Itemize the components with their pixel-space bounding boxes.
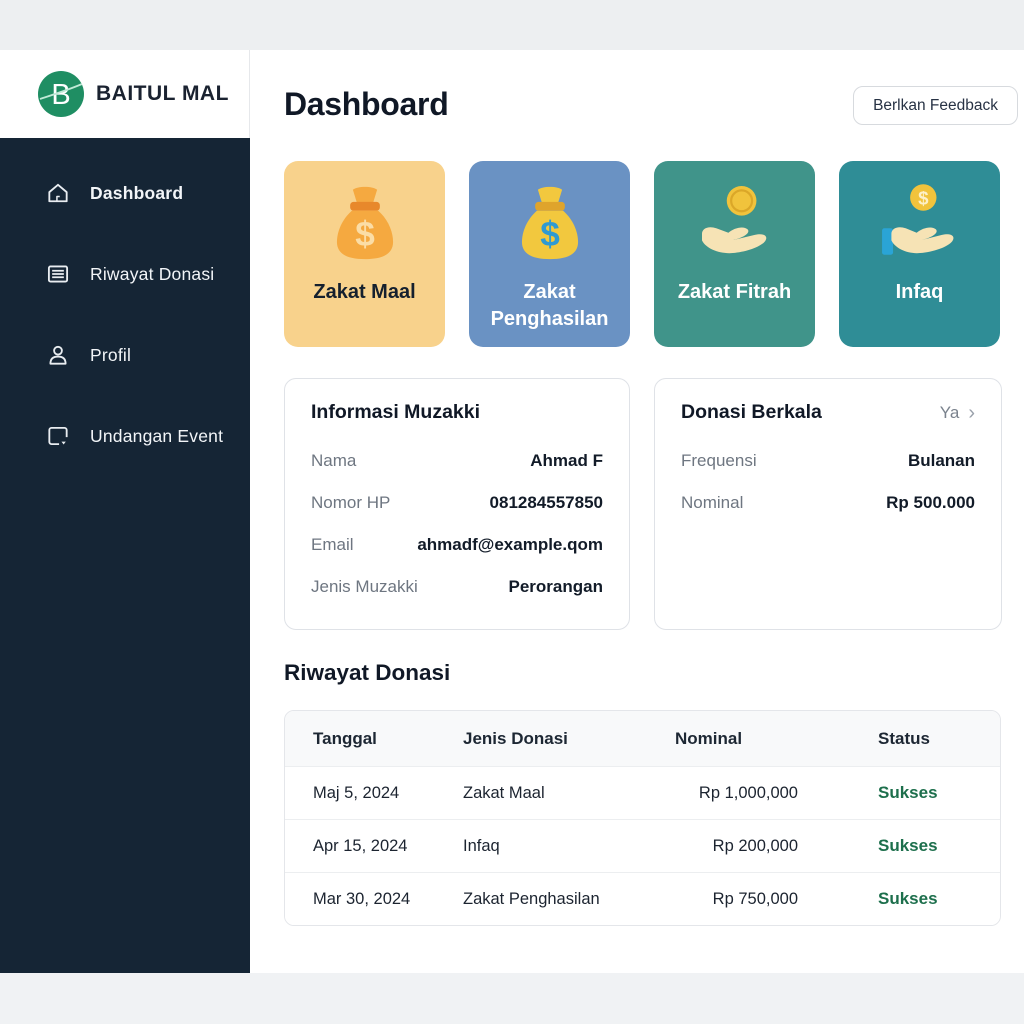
- sidebar-item-profil[interactable]: Profil: [0, 340, 250, 370]
- history-section-title: Riwayat Donasi: [284, 660, 450, 686]
- sidebar-item-label: Dashboard: [90, 183, 183, 204]
- kv-value: Ahmad F: [530, 451, 603, 471]
- event-icon: [45, 423, 71, 449]
- hand-coin-icon: [691, 161, 779, 279]
- berkala-toggle-value: Ya: [940, 403, 960, 423]
- table-row: Maj 5, 2024 Zakat Maal Rp 1,000,000 Suks…: [285, 766, 1000, 819]
- column-header-status: Status: [810, 729, 1000, 749]
- sidebar-item-label: Undangan Event: [90, 426, 223, 447]
- kv-label: Nomor HP: [311, 493, 390, 513]
- money-bag-icon: $: [506, 161, 594, 279]
- cell-status: Sukses: [810, 836, 1000, 856]
- main-content: Dashboard Berlkan Feedback $ Zakat Maal: [250, 50, 1024, 973]
- category-cards-row: $ Zakat Maal $ Zakat Penghasilan: [284, 161, 1000, 347]
- kv-label: Frequensi: [681, 451, 757, 471]
- cell-nominal: Rp 200,000: [675, 837, 810, 856]
- cell-status: Sukses: [810, 889, 1000, 909]
- cell-tanggal: Apr 15, 2024: [285, 837, 463, 856]
- sidebar-item-undangan-event[interactable]: Undangan Event: [0, 421, 250, 451]
- sidebar-item-dashboard[interactable]: Dashboard: [0, 178, 250, 208]
- column-header-tanggal: Tanggal: [285, 729, 463, 749]
- top-strip: [0, 0, 1024, 50]
- berkala-info-card: Donasi Berkala Ya › Frequensi Bulanan No…: [654, 378, 1002, 630]
- sidebar: Dashboard Riwayat Donasi Profil Undangan…: [0, 138, 250, 973]
- kv-value: Perorangan: [509, 577, 603, 597]
- brand-logo-icon: B: [38, 71, 84, 117]
- sidebar-item-riwayat-donasi[interactable]: Riwayat Donasi: [0, 259, 250, 289]
- card-label: Zakat Penghasilan: [469, 279, 630, 333]
- cell-tanggal: Maj 5, 2024: [285, 784, 463, 803]
- cell-jenis: Zakat Maal: [463, 784, 675, 803]
- list-icon: [45, 261, 71, 287]
- sidebar-item-label: Profil: [90, 345, 131, 366]
- svg-text:$: $: [540, 215, 560, 254]
- sidebar-item-label: Riwayat Donasi: [90, 264, 214, 285]
- cell-nominal: Rp 750,000: [675, 890, 810, 909]
- history-table: Tanggal Jenis Donasi Nominal Status Maj …: [284, 710, 1001, 926]
- berkala-toggle-link[interactable]: Ya ›: [940, 403, 975, 423]
- column-header-nominal: Nominal: [675, 729, 810, 749]
- muzakki-row-jenis: Jenis Muzakki Perorangan: [311, 577, 603, 597]
- berkala-row-nominal: Nominal Rp 500.000: [681, 493, 975, 513]
- brand-name: BAITUL MAL: [96, 82, 229, 106]
- cell-jenis: Zakat Penghasilan: [463, 890, 675, 909]
- kv-label: Nominal: [681, 493, 743, 513]
- home-icon: [45, 180, 71, 206]
- card-label: Infaq: [888, 279, 952, 306]
- kv-value: 081284557850: [490, 493, 603, 513]
- muzakki-row-nomor-hp: Nomor HP 081284557850: [311, 493, 603, 513]
- table-row: Mar 30, 2024 Zakat Penghasilan Rp 750,00…: [285, 872, 1000, 925]
- svg-text:$: $: [355, 215, 375, 254]
- feedback-button[interactable]: Berlkan Feedback: [853, 86, 1018, 125]
- kv-value: ahmadf@example.qom: [417, 535, 603, 555]
- muzakki-info-card: Informasi Muzakki Nama Ahmad F Nomor HP …: [284, 378, 630, 630]
- money-bag-icon: $: [321, 161, 409, 279]
- hand-coin-icon: $: [876, 161, 964, 279]
- muzakki-row-nama: Nama Ahmad F: [311, 451, 603, 471]
- cell-status: Sukses: [810, 783, 1000, 803]
- table-row: Apr 15, 2024 Infaq Rp 200,000 Sukses: [285, 819, 1000, 872]
- chevron-right-icon: ›: [968, 403, 975, 423]
- card-label: Zakat Maal: [305, 279, 423, 306]
- cell-tanggal: Mar 30, 2024: [285, 890, 463, 909]
- cell-nominal: Rp 1,000,000: [675, 784, 810, 803]
- berkala-card-title: Donasi Berkala: [681, 401, 822, 424]
- brand-header: B BAITUL MAL: [0, 50, 250, 138]
- cell-jenis: Infaq: [463, 837, 675, 856]
- card-zakat-maal[interactable]: $ Zakat Maal: [284, 161, 445, 347]
- app-window: B BAITUL MAL Dashboard Riwayat Donasi: [0, 0, 1024, 1024]
- kv-label: Jenis Muzakki: [311, 577, 418, 597]
- berkala-row-frequensi: Frequensi Bulanan: [681, 451, 975, 471]
- card-label: Zakat Fitrah: [670, 279, 799, 306]
- kv-value: Bulanan: [908, 451, 975, 471]
- kv-value: Rp 500.000: [886, 493, 975, 513]
- card-zakat-fitrah[interactable]: Zakat Fitrah: [654, 161, 815, 347]
- svg-text:$: $: [918, 188, 929, 209]
- page-title: Dashboard: [284, 86, 448, 123]
- user-icon: [45, 342, 71, 368]
- muzakki-row-email: Email ahmadf@example.qom: [311, 535, 603, 555]
- kv-label: Nama: [311, 451, 356, 471]
- card-zakat-penghasilan[interactable]: $ Zakat Penghasilan: [469, 161, 630, 347]
- table-header-row: Tanggal Jenis Donasi Nominal Status: [285, 711, 1000, 766]
- bottom-strip: [0, 973, 1024, 1024]
- card-infaq[interactable]: $ Infaq: [839, 161, 1000, 347]
- info-cards-row: Informasi Muzakki Nama Ahmad F Nomor HP …: [284, 378, 1002, 630]
- column-header-jenis-donasi: Jenis Donasi: [463, 729, 675, 749]
- muzakki-card-title: Informasi Muzakki: [311, 401, 480, 424]
- kv-label: Email: [311, 535, 354, 555]
